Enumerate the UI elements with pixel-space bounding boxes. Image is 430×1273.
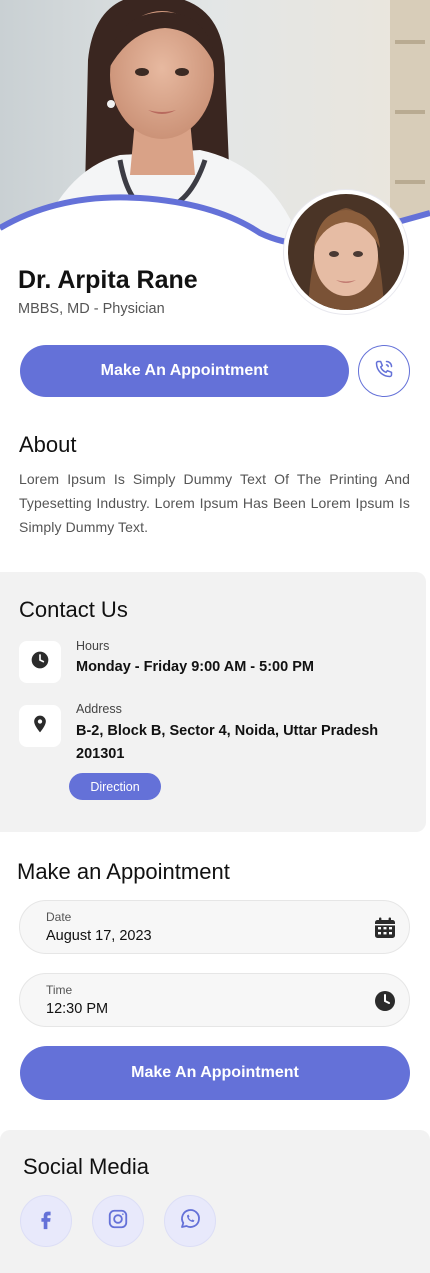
time-value[interactable]: 12:30 PM — [46, 1001, 108, 1017]
about-text: Lorem Ipsum Is Simply Dummy Text Of The … — [19, 471, 410, 535]
facebook-icon — [35, 1208, 57, 1235]
doctor-degree: MBBS, MD - Physician — [18, 301, 165, 317]
facebook-button[interactable] — [20, 1195, 72, 1247]
clock-icon — [30, 650, 50, 675]
whatsapp-button[interactable] — [164, 1195, 216, 1247]
phone-icon — [374, 359, 394, 384]
avatar — [284, 190, 408, 314]
date-label: Date — [46, 910, 72, 924]
social-title: Social Media — [23, 1154, 149, 1179]
call-button[interactable] — [358, 345, 410, 397]
instagram-icon — [107, 1208, 129, 1235]
address-label: Address — [76, 702, 122, 716]
clock-icon[interactable] — [373, 989, 397, 1013]
appointment-title: Make an Appointment — [17, 859, 230, 884]
hours-label: Hours — [76, 639, 110, 653]
make-appointment-button[interactable]: Make An Appointment — [20, 345, 349, 397]
submit-appointment-button[interactable]: Make An Appointment — [20, 1046, 410, 1100]
calendar-icon[interactable] — [373, 916, 397, 940]
address-icon-box — [19, 705, 61, 747]
contact-title: Contact Us — [19, 597, 128, 622]
location-pin-icon — [30, 713, 50, 740]
date-value[interactable]: August 17, 2023 — [46, 928, 152, 944]
address-value: B-2, Block B, Sector 4, Noida, Uttar Pra… — [76, 723, 379, 762]
doctor-name: Dr. Arpita Rane — [18, 266, 198, 294]
instagram-button[interactable] — [92, 1195, 144, 1247]
hours-value: Monday - Friday 9:00 AM - 5:00 PM — [76, 659, 314, 675]
time-label: Time — [46, 983, 73, 997]
hours-icon-box — [19, 641, 61, 683]
social-card — [0, 1130, 430, 1273]
time-field[interactable]: Time 12:30 PM — [19, 973, 410, 1027]
date-field[interactable]: Date August 17, 2023 — [19, 900, 410, 954]
about-title: About — [19, 432, 77, 457]
direction-button[interactable]: Direction — [69, 773, 161, 800]
whatsapp-icon — [178, 1207, 202, 1236]
